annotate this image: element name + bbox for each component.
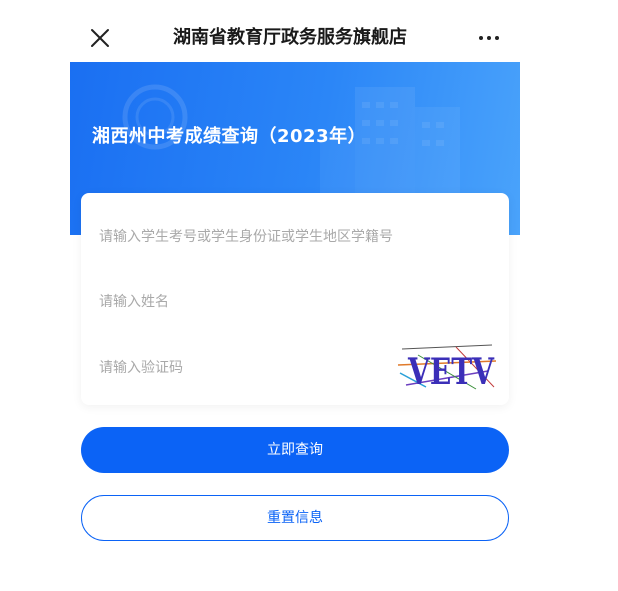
page-title: 湖南省教育厅政务服务旗舰店 xyxy=(173,27,407,48)
query-button[interactable]: 立即查询 xyxy=(81,427,509,473)
captcha-image[interactable]: VETV xyxy=(396,341,500,393)
name-input[interactable] xyxy=(99,289,399,315)
close-button[interactable] xyxy=(88,26,112,50)
captcha-text: VETV xyxy=(407,351,495,393)
reset-button[interactable]: 重置信息 xyxy=(81,495,509,541)
student-id-input[interactable] xyxy=(99,224,399,250)
query-title: 湘西州中考成绩查询（2023年） xyxy=(92,126,367,147)
query-form-card: VETV xyxy=(81,193,509,405)
more-button[interactable] xyxy=(474,28,504,48)
close-icon xyxy=(91,29,109,47)
captcha-input[interactable] xyxy=(99,355,379,381)
more-horizontal-icon xyxy=(479,36,483,40)
